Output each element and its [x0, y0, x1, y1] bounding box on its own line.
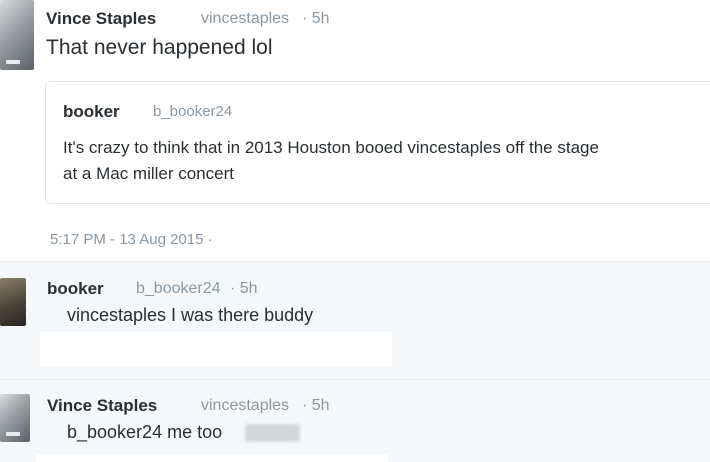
redaction-bar	[36, 454, 388, 462]
quoted-author-name: booker	[63, 102, 120, 121]
quoted-tweet-text-line2: at a Mac miller concert	[63, 164, 234, 183]
vince-staples-avatar[interactable]	[0, 394, 30, 442]
quoted-tweet-text-line1: It's crazy to think that in 2013 Houston…	[63, 138, 599, 157]
tweet-text: That never happened lol	[46, 36, 273, 59]
reply-text: b_booker24 me too	[67, 422, 223, 442]
reply-author-name[interactable]: Vince Staples	[47, 396, 157, 416]
author-handle[interactable]: vincestaples	[201, 10, 289, 28]
reply-time[interactable]: · 5h	[230, 280, 258, 298]
blurred-word	[245, 424, 300, 442]
reply-tweet[interactable]: Vince Staples vincestaples · 5h b_booker…	[0, 380, 710, 462]
tweet-timestamp[interactable]: 5:17 PM - 13 Aug 2015 ·	[50, 231, 213, 248]
quoted-author-handle: b_booker24	[153, 103, 233, 120]
tweet-time[interactable]: · 5h	[302, 10, 330, 28]
redaction-bar	[40, 332, 392, 366]
vince-staples-avatar[interactable]	[0, 0, 34, 70]
main-tweet: Vince Staples vincestaples · 5h That nev…	[0, 0, 710, 262]
author-name[interactable]: Vince Staples	[46, 9, 156, 29]
reply-tweet[interactable]: booker b_booker24 · 5h vincestaples I wa…	[0, 262, 710, 380]
reply-author-name[interactable]: booker	[47, 279, 104, 299]
reply-author-handle[interactable]: b_booker24	[136, 280, 221, 298]
quoted-tweet[interactable]: booker b_booker24 It's crazy to think th…	[45, 81, 710, 204]
reply-time[interactable]: · 5h	[302, 397, 330, 415]
reply-text: vincestaples I was there buddy	[67, 305, 314, 325]
booker-avatar[interactable]	[0, 278, 26, 326]
reply-author-handle[interactable]: vincestaples	[201, 397, 289, 415]
